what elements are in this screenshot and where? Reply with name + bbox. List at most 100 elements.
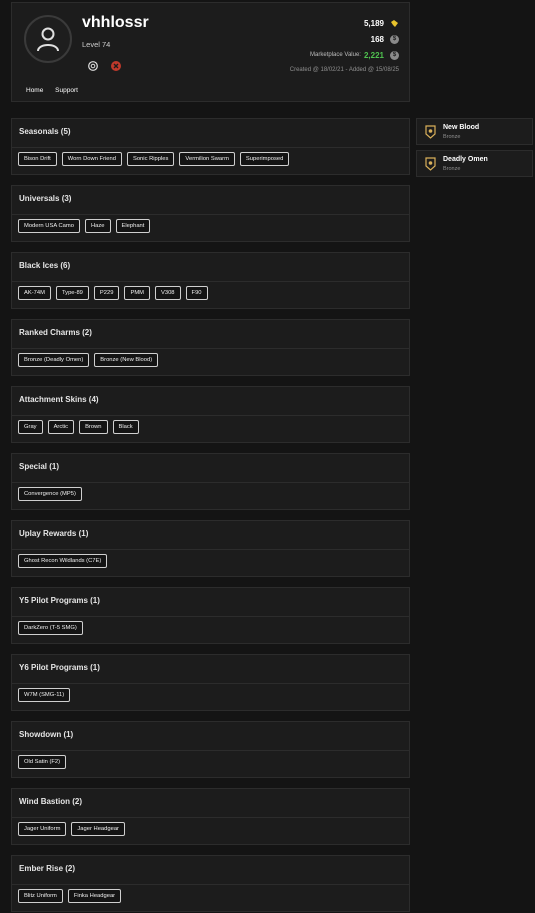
section-title: Seasonals (5)	[19, 127, 71, 136]
charm-name: New Blood	[443, 124, 480, 131]
item-chip-list: Bronze (Deadly Omen) Bronze (New Blood)	[18, 353, 159, 367]
section-divider	[12, 616, 409, 617]
inventory-section: Y6 Pilot Programs (1) W7M (SMG-11)	[11, 654, 410, 711]
item-chip[interactable]: Old Satin (F2)	[18, 755, 67, 769]
inventory-section: Black Ices (6) AK-74M Type-89 P229 PMM V308 F9…	[11, 252, 410, 309]
inventory-section: Ranked Charms (2) Bronze (Deadly Omen) Bro…	[11, 319, 410, 376]
item-chip-list: Blitz Uniform Finka Headgear	[18, 889, 122, 903]
section-title: Ranked Charms (2)	[19, 328, 92, 337]
item-chip[interactable]: Superimposed	[239, 152, 290, 166]
item-chip[interactable]: F90	[185, 286, 208, 300]
item-chip[interactable]: Type-89	[55, 286, 89, 300]
inventory-section: Wind Bastion (2) Jager Uniform Jager Headg…	[11, 788, 410, 845]
item-chip[interactable]: Arctic	[47, 420, 75, 434]
inventory-section: Attachment Skins (4) Gray Arctic Brown Black	[11, 386, 410, 443]
charm-badge-icon	[425, 157, 436, 171]
charm-badge-icon	[425, 125, 436, 139]
nav-support-link[interactable]: Support	[55, 87, 78, 94]
item-chip[interactable]: W7M (SMG-11)	[18, 688, 71, 702]
section-title: Ember Rise (2)	[19, 864, 76, 873]
inventory-section: Special (1) Convergence (MP5)	[11, 453, 410, 510]
created-date: Created @ 18/02/21 - Added @ 15/08/25	[289, 67, 399, 73]
item-chip-list: Convergence (MP5)	[18, 487, 82, 501]
item-chip[interactable]: AK-74M	[18, 286, 51, 300]
renown-icon	[391, 19, 398, 27]
section-title: Special (1)	[19, 462, 60, 471]
section-title: Uplay Rewards (1)	[19, 529, 89, 538]
charm-card[interactable]: Deadly Omen Bronze	[416, 150, 533, 177]
inventory-section: Seasonals (5) Bison Drift Worn Down Friend…	[11, 118, 410, 175]
section-divider	[12, 147, 409, 148]
inventory-section: Ember Rise (2) Blitz Uniform Finka Headgea…	[11, 855, 410, 912]
item-chip[interactable]: Jager Headgear	[71, 822, 125, 836]
item-chip[interactable]: Brown	[79, 420, 108, 434]
inventory-section: Uplay Rewards (1) Ghost Recon Wildlands (…	[11, 520, 410, 577]
xbox-platform-icon[interactable]	[111, 61, 121, 71]
item-chip[interactable]: Haze	[84, 219, 111, 233]
item-chip[interactable]: PMM	[124, 286, 150, 300]
section-divider	[12, 683, 409, 684]
item-chip[interactable]: Sonic Ripples	[126, 152, 175, 166]
player-level: Level 74	[82, 40, 111, 49]
item-chip[interactable]: P229	[93, 286, 120, 300]
item-chip[interactable]: Ghost Recon Wildlands (C7E)	[18, 554, 108, 568]
section-divider	[12, 214, 409, 215]
item-chip[interactable]: Bronze (New Blood)	[94, 353, 159, 367]
item-chip-list: Jager Uniform Jager Headgear	[18, 822, 125, 836]
section-divider	[12, 884, 409, 885]
charm-rank: Bronze	[443, 134, 461, 140]
item-chip-list: DarkZero (T-5 SMG)	[18, 621, 83, 635]
item-chip[interactable]: Bison Drift	[18, 152, 57, 166]
charm-name: Deadly Omen	[443, 156, 488, 163]
section-title: Y6 Pilot Programs (1)	[19, 663, 100, 672]
item-chip-list: Gray Arctic Brown Black	[18, 420, 139, 434]
avatar	[24, 15, 72, 63]
section-divider	[12, 817, 409, 818]
item-chip[interactable]: Finka Headgear	[67, 889, 122, 903]
item-chip[interactable]: Vermilion Swarm	[179, 152, 235, 166]
section-divider	[12, 482, 409, 483]
credits-coin-icon: $	[390, 34, 399, 44]
item-chip-list: AK-74M Type-89 P229 PMM V308 F90	[18, 286, 208, 300]
item-chip[interactable]: Worn Down Friend	[61, 152, 122, 166]
item-chip[interactable]: Bronze (Deadly Omen)	[18, 353, 90, 367]
profile-card: vhhlossr Level 74 5,189 168 $ Marketplac…	[11, 2, 410, 102]
item-chip[interactable]: DarkZero (T-5 SMG)	[18, 621, 83, 635]
renown-value: 5,189	[363, 18, 384, 28]
charm-card[interactable]: New Blood Bronze	[416, 118, 533, 145]
item-chip-list: W7M (SMG-11)	[18, 688, 71, 702]
section-title: Showdown (1)	[19, 730, 74, 739]
username: vhhlossr	[82, 14, 149, 31]
credits-value: 168	[370, 34, 384, 44]
nav-home-link[interactable]: Home	[26, 87, 43, 94]
marketplace-row: Marketplace Value: 2,221 $	[310, 47, 399, 63]
inventory-section: Universals (3) Modern USA Camo Haze Elephan…	[11, 185, 410, 242]
charm-rank: Bronze	[443, 166, 461, 172]
inventory-section: Y5 Pilot Programs (1) DarkZero (T-5 SMG)	[11, 587, 410, 644]
user-icon	[37, 27, 59, 52]
uplay-platform-icon[interactable]	[88, 61, 98, 71]
marketplace-value: 2,221	[363, 50, 384, 60]
section-title: Wind Bastion (2)	[19, 797, 83, 806]
item-chip[interactable]: Elephant	[115, 219, 151, 233]
renown-row: 5,189	[310, 15, 399, 31]
profile-nav: Home Support	[26, 87, 88, 94]
item-chip-list: Modern USA Camo Haze Elephant	[18, 219, 151, 233]
item-chip-list: Ghost Recon Wildlands (C7E)	[18, 554, 108, 568]
marketplace-coin-icon: $	[390, 50, 399, 60]
item-chip[interactable]: Gray	[18, 420, 43, 434]
stats-panel: 5,189 168 $ Marketplace Value: 2,221 $	[310, 15, 399, 63]
marketplace-label: Marketplace Value:	[310, 52, 361, 58]
item-chip[interactable]: Convergence (MP5)	[18, 487, 82, 501]
section-divider	[12, 549, 409, 550]
item-chip[interactable]: V308	[154, 286, 181, 300]
item-chip[interactable]: Jager Uniform	[18, 822, 67, 836]
section-title: Black Ices (6)	[19, 261, 71, 270]
item-chip[interactable]: Black	[112, 420, 139, 434]
item-chip[interactable]: Modern USA Camo	[18, 219, 80, 233]
section-divider	[12, 348, 409, 349]
item-chip[interactable]: Blitz Uniform	[18, 889, 63, 903]
item-chip-list: Bison Drift Worn Down Friend Sonic Ripples…	[18, 152, 290, 166]
credits-row: 168 $	[310, 31, 399, 47]
section-title: Y5 Pilot Programs (1)	[19, 596, 100, 605]
